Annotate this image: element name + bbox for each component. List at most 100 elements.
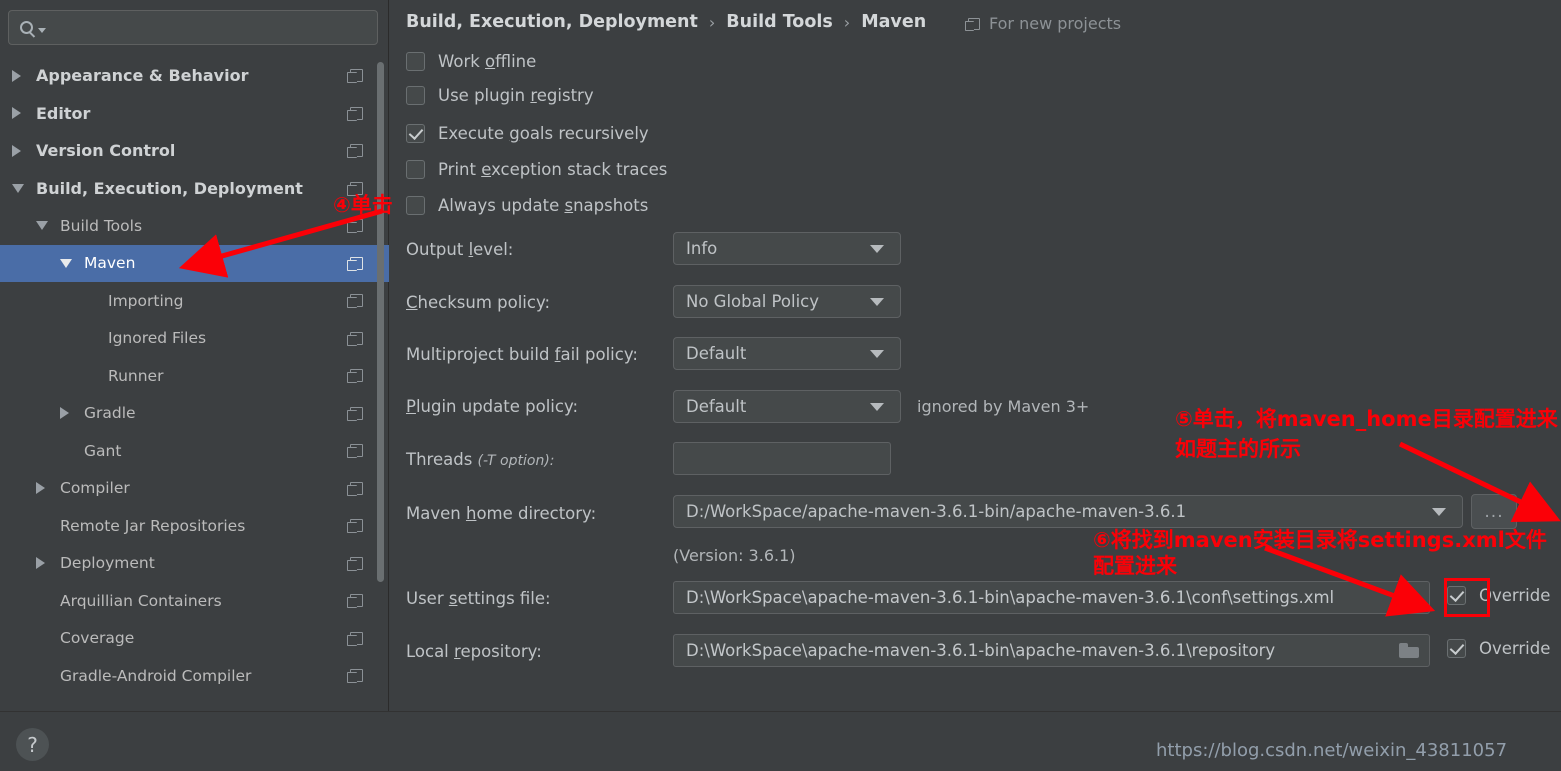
maven-home-browse-button[interactable]: ... <box>1471 494 1517 529</box>
chevron-down-icon[interactable] <box>38 27 46 33</box>
copy-settings-icon[interactable] <box>347 556 363 571</box>
user-settings-input[interactable]: D:\WorkSpace\apache-maven-3.6.1-bin\apac… <box>673 581 1430 614</box>
local-repository-override[interactable]: Override <box>1447 639 1550 658</box>
sidebar-item-deployment[interactable]: Deployment <box>0 545 389 583</box>
watermark: https://blog.csdn.net/weixin_43811057 <box>1156 740 1508 761</box>
local-repository-input[interactable]: D:\WorkSpace\apache-maven-3.6.1-bin\apac… <box>673 634 1430 667</box>
breadcrumb-item-1[interactable]: Build Tools <box>726 12 833 32</box>
copy-settings-icon[interactable] <box>347 219 363 234</box>
tree-expander[interactable] <box>12 144 36 157</box>
sidebar-item-label: Compiler <box>60 479 130 498</box>
sidebar-item-ignored-files[interactable]: Ignored Files <box>0 320 389 358</box>
copy-settings-icon[interactable] <box>347 631 363 646</box>
user-settings-value: D:\WorkSpace\apache-maven-3.6.1-bin\apac… <box>686 588 1335 607</box>
sidebar-item-gradle-android-compiler[interactable]: Gradle-Android Compiler <box>0 657 389 695</box>
copy-settings-icon[interactable] <box>347 481 363 496</box>
folder-icon[interactable] <box>1399 643 1419 658</box>
checkbox-print-exception-stack-traces-box[interactable] <box>406 160 425 179</box>
sidebar-item-label: Gradle-Android Compiler <box>60 666 252 685</box>
sidebar-scrollbar[interactable] <box>377 62 384 582</box>
threads-input[interactable] <box>673 442 891 475</box>
tree-expander[interactable] <box>12 69 36 82</box>
sidebar-item-arquillian-containers[interactable]: Arquillian Containers <box>0 582 389 620</box>
checkbox-work-offline-box[interactable] <box>406 52 425 71</box>
sidebar-item-editor[interactable]: Editor <box>0 95 389 133</box>
sidebar-item-runner[interactable]: Runner <box>0 357 389 395</box>
checkbox-always-update-snapshots[interactable]: Always update snapshots <box>406 196 648 215</box>
copy-settings-icon[interactable] <box>347 594 363 609</box>
search-icon <box>20 21 33 34</box>
copy-settings-icon[interactable] <box>347 294 363 309</box>
multiproject-fail-policy-select[interactable]: Default <box>673 337 901 370</box>
sidebar-item-importing[interactable]: Importing <box>0 282 389 320</box>
chevron-down-icon <box>12 183 24 193</box>
user-settings-label: User settings file: <box>406 589 551 608</box>
checkbox-use-plugin-registry-label: Use plugin registry <box>438 86 594 105</box>
copy-settings-icon[interactable] <box>347 331 363 346</box>
sidebar-item-coverage[interactable]: Coverage <box>0 620 389 658</box>
tree-expander[interactable] <box>12 183 36 193</box>
checkbox-work-offline[interactable]: Work offline <box>406 52 536 71</box>
output-level-select[interactable]: Info <box>673 232 901 265</box>
copy-settings-icon[interactable] <box>347 106 363 121</box>
maven-home-input[interactable]: D:/WorkSpace/apache-maven-3.6.1-bin/apac… <box>673 495 1463 528</box>
checkbox-print-exception-stack-traces[interactable]: Print exception stack traces <box>406 160 667 179</box>
sidebar-item-build-execution-deployment[interactable]: Build, Execution, Deployment <box>0 170 389 208</box>
annotation-5-line2: 如题主的所示 <box>1175 437 1301 461</box>
sidebar-item-label: Gant <box>84 441 122 460</box>
checkbox-use-plugin-registry-box[interactable] <box>406 86 425 105</box>
sidebar-item-version-control[interactable]: Version Control <box>0 132 389 170</box>
sidebar-item-label: Importing <box>108 291 184 310</box>
tree-expander[interactable] <box>60 258 84 268</box>
checkbox-execute-goals-recursively[interactable]: Execute goals recursively <box>406 124 649 143</box>
checksum-policy-select[interactable]: No Global Policy <box>673 285 901 318</box>
for-new-projects-label[interactable]: For new projects <box>965 14 1121 33</box>
chevron-right-icon <box>60 407 69 420</box>
breadcrumb-item-2: Maven <box>861 12 927 32</box>
copy-settings-icon[interactable] <box>347 69 363 84</box>
chevron-right-icon <box>12 107 21 120</box>
sidebar-item-gant[interactable]: Gant <box>0 432 389 470</box>
sidebar-item-label: Remote Jar Repositories <box>60 516 246 535</box>
sidebar-item-appearance-behavior[interactable]: Appearance & Behavior <box>0 57 389 95</box>
settings-tree[interactable]: Appearance & Behavior Editor Version Contr… <box>0 57 389 697</box>
tree-expander[interactable] <box>12 107 36 120</box>
breadcrumb-item-0[interactable]: Build, Execution, Deployment <box>406 12 698 32</box>
sidebar-item-label: Version Control <box>36 141 176 161</box>
breadcrumb: Build, Execution, Deployment › Build Too… <box>406 12 926 32</box>
sidebar-item-label: Build Tools <box>60 216 143 235</box>
annotation-override-highlight-box <box>1444 578 1490 617</box>
checkbox-always-update-snapshots-box[interactable] <box>406 196 425 215</box>
copy-settings-icon[interactable] <box>347 444 363 459</box>
plugin-update-policy-select[interactable]: Default <box>673 390 901 423</box>
folder-icon[interactable] <box>1399 590 1419 605</box>
tree-expander[interactable] <box>36 557 60 570</box>
local-repository-override-checkbox[interactable] <box>1447 639 1466 658</box>
copy-settings-icon[interactable] <box>347 256 363 271</box>
annotation-4-text: ④单击 <box>333 193 393 217</box>
search-input[interactable] <box>8 10 378 45</box>
chevron-down-icon[interactable] <box>1432 507 1446 516</box>
copy-settings-icon[interactable] <box>347 406 363 421</box>
sidebar-item-gradle[interactable]: Gradle <box>0 395 389 433</box>
checkbox-execute-goals-recursively-box[interactable] <box>406 124 425 143</box>
annotation-6-line2: 配置进来 <box>1093 554 1177 578</box>
sidebar-item-compiler[interactable]: Compiler <box>0 470 389 508</box>
tree-expander[interactable] <box>36 482 60 495</box>
plugin-update-policy-note: ignored by Maven 3+ <box>917 397 1090 416</box>
copy-settings-icon[interactable] <box>347 669 363 684</box>
multiproject-fail-policy-label: Multiproject build fail policy: <box>406 345 638 364</box>
copy-settings-icon[interactable] <box>347 369 363 384</box>
chevron-right-icon <box>36 482 45 495</box>
copy-settings-icon[interactable] <box>347 144 363 159</box>
sidebar-item-build-tools[interactable]: Build Tools <box>0 207 389 245</box>
checkbox-use-plugin-registry[interactable]: Use plugin registry <box>406 86 594 105</box>
copy-settings-icon[interactable] <box>347 519 363 534</box>
output-level-label: Output level: <box>406 240 514 259</box>
sidebar-item-remote-jar-repositories[interactable]: Remote Jar Repositories <box>0 507 389 545</box>
tree-expander[interactable] <box>36 221 60 231</box>
help-button[interactable]: ? <box>16 728 49 761</box>
sidebar-item-maven[interactable]: Maven <box>0 244 389 282</box>
sidebar-item-label: Ignored Files <box>108 329 207 348</box>
tree-expander[interactable] <box>60 407 84 420</box>
